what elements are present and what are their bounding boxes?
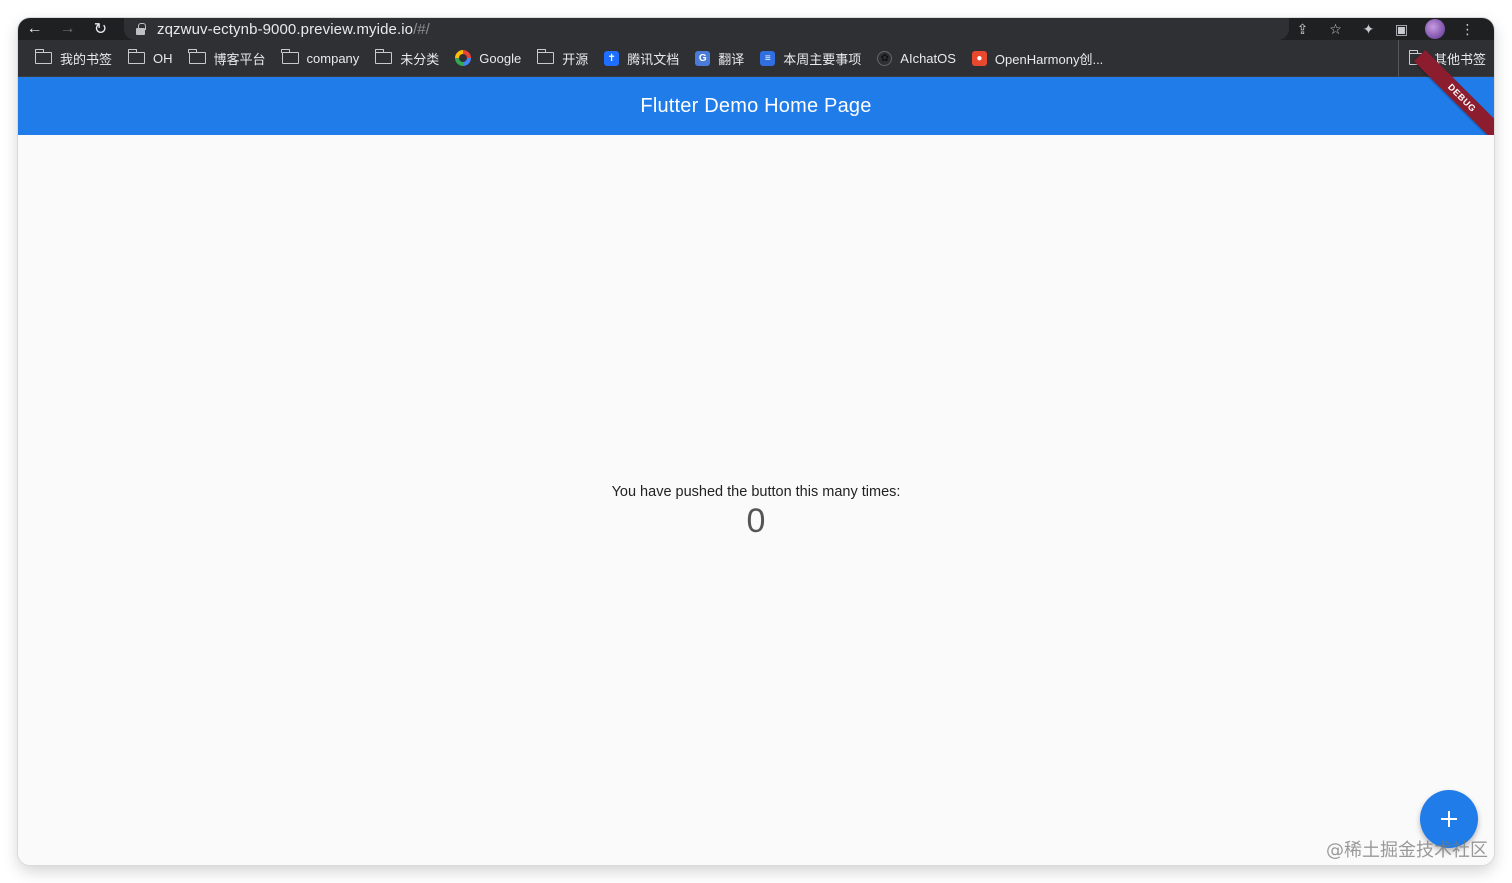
doc-icon: ≡ xyxy=(760,50,776,66)
bookmark-my-bookmarks[interactable]: 我的书签 xyxy=(27,45,120,71)
bookmark-label: OpenHarmony创... xyxy=(994,51,1104,67)
folder-icon xyxy=(34,49,52,64)
avatar xyxy=(1424,19,1445,39)
watermark: @稀土掘金技术社区 xyxy=(1326,840,1488,861)
browser-window: ← → ↻ zqzwuv-ectynb-9000.preview.myide.i… xyxy=(18,18,1494,865)
star-icon[interactable]: ☆ xyxy=(1319,18,1352,40)
url-host: zqzwuv-ectynb-9000.preview.myide.io xyxy=(157,20,414,38)
bookmark-label: 未分类 xyxy=(400,51,440,67)
bookmark-aichatos[interactable]: ✿ AIchatOS xyxy=(869,45,964,71)
folder-icon xyxy=(188,49,206,64)
tencent-docs-icon: ✝ xyxy=(604,50,620,66)
bookmark-tencent-docs[interactable]: ✝ 腾讯文档 xyxy=(596,45,687,71)
bookmark-label: 翻译 xyxy=(718,51,745,67)
bookmark-label: 腾讯文档 xyxy=(627,51,680,67)
bookmark-label: 开源 xyxy=(562,51,589,67)
openai-icon: ✿ xyxy=(877,50,893,66)
bookmark-translate[interactable]: G 翻译 xyxy=(687,45,752,71)
bookmark-oh[interactable]: OH xyxy=(120,45,181,71)
bookmark-label: company xyxy=(306,50,360,66)
bookmark-label: OH xyxy=(153,50,173,66)
counter-value: 0 xyxy=(746,502,766,540)
address-bar[interactable]: zqzwuv-ectynb-9000.preview.myide.io/#/ xyxy=(124,18,1289,40)
side-panel-icon[interactable]: ▣ xyxy=(1385,18,1418,40)
reload-icon[interactable]: ↻ xyxy=(84,18,117,40)
bookmark-blog-platform[interactable]: 博客平台 xyxy=(181,45,274,71)
back-arrow-icon[interactable]: ← xyxy=(18,18,51,40)
bookmark-uncategorized[interactable]: 未分类 xyxy=(367,45,447,71)
url-path: /#/ xyxy=(413,20,430,38)
counter-label: You have pushed the button this many tim… xyxy=(611,484,901,500)
folder-icon xyxy=(374,49,393,64)
browser-toolbar: ← → ↻ zqzwuv-ectynb-9000.preview.myide.i… xyxy=(18,18,1494,40)
bookmark-label: 本周主要事项 xyxy=(783,51,862,67)
toolbar-actions: ⇪ ☆ ✦ ▣ ⋮ xyxy=(1286,18,1484,40)
folder-icon xyxy=(127,49,146,64)
lock-icon[interactable] xyxy=(136,23,146,35)
bookmark-label: 我的书签 xyxy=(60,51,113,67)
counter-section: You have pushed the button this many tim… xyxy=(18,484,1494,541)
bookmark-company[interactable]: company xyxy=(274,45,368,71)
app-bar: Flutter Demo Home Page xyxy=(18,77,1494,135)
bookmarks-bar: 我的书签 OH 博客平台 company 未分类 Google 开源 ✝ 腾讯文档… xyxy=(18,40,1494,77)
menu-kebab-icon[interactable]: ⋮ xyxy=(1451,18,1484,40)
bookmark-label: Google xyxy=(479,50,522,66)
openharmony-icon: ● xyxy=(971,50,987,66)
bookmark-label: 博客平台 xyxy=(213,51,266,67)
app-body: You have pushed the button this many tim… xyxy=(18,135,1494,865)
bookmark-openharmony[interactable]: ● OpenHarmony创... xyxy=(964,45,1111,71)
translate-icon: G xyxy=(695,50,711,66)
folder-icon xyxy=(281,49,299,64)
folder-icon xyxy=(536,49,555,64)
bookmark-google[interactable]: Google xyxy=(447,45,529,71)
extensions-icon[interactable]: ✦ xyxy=(1352,18,1385,40)
forward-arrow-icon[interactable]: → xyxy=(51,18,84,40)
page-title: Flutter Demo Home Page xyxy=(640,94,872,117)
plus-icon xyxy=(1441,811,1457,827)
bookmark-weekly-tasks[interactable]: ≡ 本周主要事项 xyxy=(752,45,869,71)
profile-avatar[interactable] xyxy=(1418,18,1451,40)
bookmark-label: AIchatOS xyxy=(900,50,956,66)
google-icon xyxy=(455,50,472,66)
bookmark-open-source[interactable]: 开源 xyxy=(529,45,596,71)
share-icon[interactable]: ⇪ xyxy=(1286,18,1319,40)
bookmark-label: 其他书签 xyxy=(1433,52,1486,67)
